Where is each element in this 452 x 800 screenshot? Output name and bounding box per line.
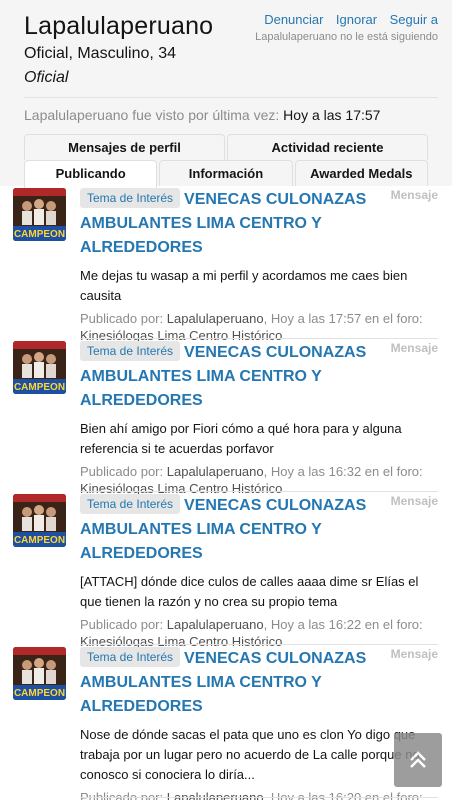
post-title-line: Tema de Interés VENECAS CULONAZAS AMBULAN… <box>80 647 438 719</box>
avatar-image: CAMPEON <box>13 494 66 547</box>
last-seen-label: Lapalulaperuano fue visto por última vez… <box>24 107 280 123</box>
posted-by-label: Publicado por: <box>80 464 164 479</box>
topic-badge[interactable]: Tema de Interés <box>80 188 181 208</box>
avatar-image: CAMPEON <box>13 647 66 700</box>
post-time: , Hoy a las 17:57 en el foro: <box>263 311 423 326</box>
avatar[interactable]: CAMPEON <box>13 188 66 241</box>
topic-badge[interactable]: Tema de Interés <box>80 647 181 667</box>
post-snippet: Bien ahí amigo por Fiori cómo a qué hora… <box>80 421 402 456</box>
post-item: CAMPEON Mensaje Tema de Interés VENECAS C… <box>0 186 452 343</box>
posted-by-label: Publicado por: <box>80 311 164 326</box>
chevron-double-up-icon <box>410 751 426 768</box>
avatar-image: CAMPEON <box>13 188 66 241</box>
post-author-link[interactable]: Lapalulaperuano <box>167 311 264 326</box>
posted-by-label: Publicado por: <box>80 617 164 632</box>
header-divider <box>24 97 438 98</box>
post-title-line: Tema de Interés VENECAS CULONAZAS AMBULAN… <box>80 341 438 413</box>
post-separator <box>80 797 438 798</box>
post-time: , Hoy a las 16:32 en el foro: <box>263 464 423 479</box>
post-item: CAMPEON Mensaje Tema de Interés VENECAS C… <box>0 339 452 496</box>
tab-postings[interactable]: Publicando <box>24 160 158 188</box>
post-time: , Hoy a las 16:20 en el foro: <box>263 790 423 800</box>
topic-badge[interactable]: Tema de Interés <box>80 341 181 361</box>
avatar[interactable]: CAMPEON <box>13 341 66 394</box>
tab-information[interactable]: Información <box>159 160 293 186</box>
post-snippet: Nose de dónde sacas el pata que uno es c… <box>80 727 420 782</box>
post-time: , Hoy a las 16:22 en el foro: <box>263 617 423 632</box>
profile-header: Lapalulaperuano Oficial, Masculino, 34 O… <box>0 0 452 188</box>
post-content: Tema de Interés VENECAS CULONAZAS AMBULAN… <box>80 647 438 800</box>
avatar-image: CAMPEON <box>13 341 66 394</box>
scroll-to-top-button[interactable] <box>394 733 442 787</box>
post-author-link[interactable]: Lapalulaperuano <box>167 617 264 632</box>
post-content: Tema de Interés VENECAS CULONAZAS AMBULAN… <box>80 494 438 650</box>
post-snippet: Me dejas tu wasap a mi perfil y acordamo… <box>80 268 408 303</box>
last-seen-value: Hoy a las 17:57 <box>283 107 381 123</box>
post-content: Tema de Interés VENECAS CULONAZAS AMBULAN… <box>80 341 438 497</box>
profile-blurb: Oficial, Masculino, 34 <box>24 45 177 62</box>
avatar-caption: CAMPEON <box>14 382 65 393</box>
report-link[interactable]: Denunciar <box>264 12 323 27</box>
tab-profile-messages[interactable]: Mensajes de perfil <box>24 134 225 160</box>
profile-actions: Denunciar Ignorar Seguir a Lapalulaperua… <box>255 11 438 43</box>
tab-awarded-medals[interactable]: Awarded Medals <box>294 160 428 186</box>
following-status: Lapalulaperuano no le está siguiendo <box>255 31 438 43</box>
profile-tabs: Mensajes de perfil Actividad reciente Pu… <box>24 134 428 188</box>
avatar[interactable]: CAMPEON <box>13 494 66 547</box>
last-seen: Lapalulaperuano fue visto por última vez… <box>24 107 438 123</box>
profile-user-title: Oficial <box>24 69 69 86</box>
tab-recent-activity[interactable]: Actividad reciente <box>227 134 428 160</box>
post-snippet: [ATTACH] dónde dice culos de calles aaaa… <box>80 574 419 609</box>
avatar[interactable]: CAMPEON <box>13 647 66 700</box>
post-item: CAMPEON Mensaje Tema de Interés VENECAS C… <box>0 645 452 800</box>
tab-row-1: Mensajes de perfil Actividad reciente <box>24 134 428 160</box>
avatar-caption: CAMPEON <box>14 688 65 699</box>
post-meta: Publicado por: Lapalulaperuano, Hoy a la… <box>80 789 438 800</box>
post-content: Tema de Interés VENECAS CULONAZAS AMBULAN… <box>80 188 438 344</box>
post-author-link[interactable]: Lapalulaperuano <box>167 464 264 479</box>
tab-row-2: Publicando Información Awarded Medals <box>24 160 428 188</box>
posted-by-label: Publicado por: <box>80 790 164 800</box>
topic-badge[interactable]: Tema de Interés <box>80 494 181 514</box>
post-title-line: Tema de Interés VENECAS CULONAZAS AMBULAN… <box>80 188 438 260</box>
post-author-link[interactable]: Lapalulaperuano <box>167 790 264 800</box>
post-item: CAMPEON Mensaje Tema de Interés VENECAS C… <box>0 492 452 649</box>
postings-feed: CAMPEON Mensaje Tema de Interés VENECAS C… <box>0 186 452 800</box>
follow-link[interactable]: Seguir a <box>390 12 438 27</box>
ignore-link[interactable]: Ignorar <box>336 12 377 27</box>
post-title-line: Tema de Interés VENECAS CULONAZAS AMBULAN… <box>80 494 438 566</box>
avatar-caption: CAMPEON <box>14 535 65 546</box>
avatar-caption: CAMPEON <box>14 229 65 240</box>
